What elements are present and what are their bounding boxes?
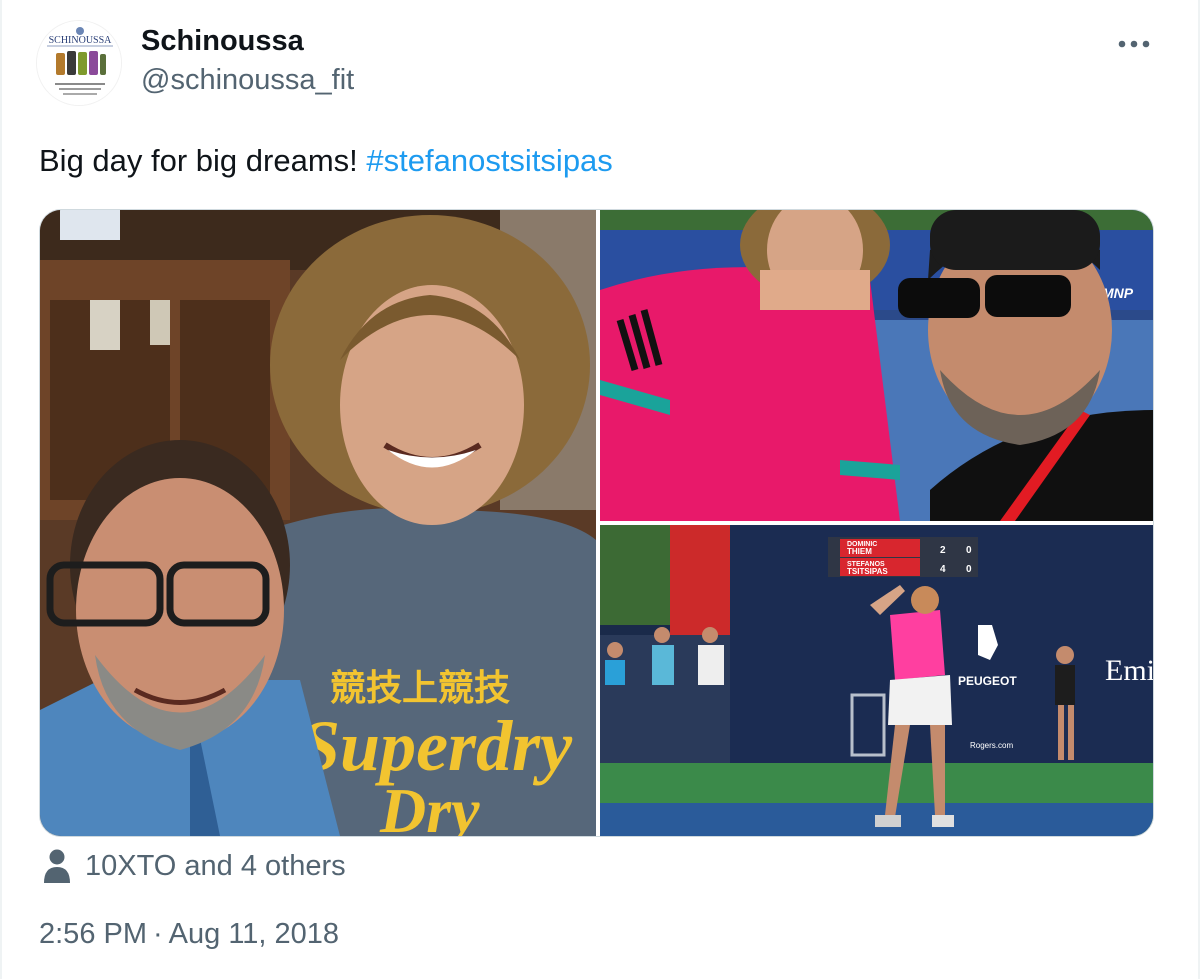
author-display-name[interactable]: Schinoussa (141, 25, 304, 58)
svg-text:4: 4 (940, 564, 946, 575)
tweet-date: Aug 11, 2018 (168, 918, 340, 950)
more-horizontal-icon (1118, 40, 1150, 48)
author-handle[interactable]: @schinoussa_fit (141, 64, 354, 97)
svg-text:SCHINOUSSA: SCHINOUSSA (49, 35, 113, 46)
tweet-body-text: Big day for big dreams! (39, 143, 367, 178)
more-options-button[interactable] (1108, 24, 1160, 64)
svg-text:0: 0 (966, 564, 972, 575)
svg-text:Emir: Emir (1105, 654, 1153, 687)
liked-by-text: 10XTO and 4 others (85, 849, 346, 882)
tweet-text: Big day for big dreams! #stefanostsitsip… (39, 141, 613, 181)
person-icon (44, 849, 70, 883)
svg-text:Dry: Dry (379, 775, 480, 836)
author-avatar[interactable]: SCHINOUSSA (36, 20, 122, 106)
svg-text:THIEM: THIEM (847, 547, 872, 556)
tweet-timestamp[interactable]: 2:56 PM · Aug 11, 2018 (39, 918, 339, 951)
svg-text:競技上競技: 競技上競技 (330, 667, 510, 708)
tweet-card: SCHINOUSSA Schinoussa @schinoussa_fit Bi… (0, 0, 1200, 979)
photo-match-serve[interactable]: DOMINIC THIEM STEFANOS TSITSIPAS 2 0 4 0… (600, 525, 1153, 836)
svg-text:0: 0 (966, 545, 972, 556)
media-grid: 競技上競技 Superdry Dry MNP DOMINIC THIEM STE… (39, 209, 1154, 837)
tweet-time: 2:56 PM (39, 918, 147, 950)
svg-text:Rogers.com: Rogers.com (970, 741, 1013, 750)
liked-by-row[interactable]: 10XTO and 4 others (42, 846, 346, 886)
svg-text:2: 2 (940, 545, 946, 556)
timestamp-separator: · (153, 918, 163, 950)
brand-logo-avatar-icon: SCHINOUSSA (37, 21, 121, 105)
svg-text:PEUGEOT: PEUGEOT (958, 674, 1017, 688)
hashtag-link[interactable]: #stefanostsitsipas (366, 143, 612, 178)
photo-selfie-backstage[interactable]: 競技上競技 Superdry Dry (40, 210, 596, 836)
svg-text:TSITSIPAS: TSITSIPAS (847, 567, 888, 576)
svg-text:Superdry: Superdry (300, 706, 573, 786)
photo-selfie-courtside[interactable]: MNP (600, 210, 1153, 521)
